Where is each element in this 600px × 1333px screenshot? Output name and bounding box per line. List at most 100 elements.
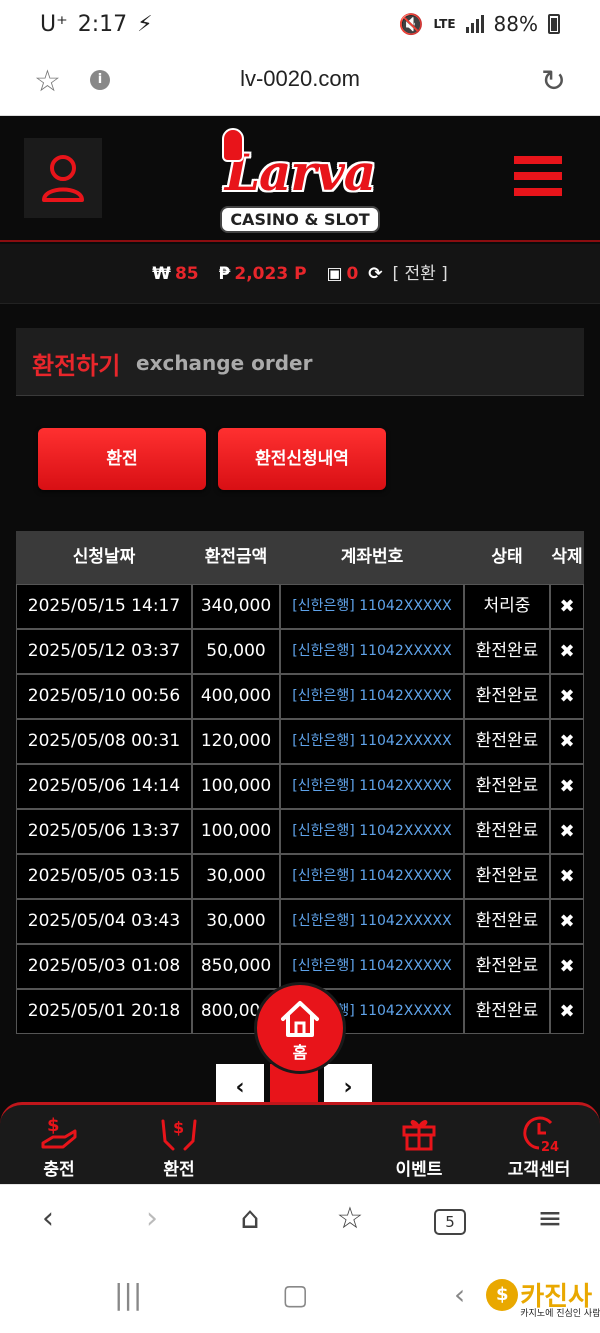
nav-charge-label: 충전 [43, 1160, 75, 1180]
nav-event[interactable]: 이벤트 [374, 1111, 464, 1180]
point-icon: ₱ [218, 264, 231, 284]
cell-account[interactable]: [신한은행] 11042XXXXX [280, 674, 464, 719]
logo-subtitle: CASINO & SLOT [220, 206, 380, 233]
cell-amount: 50,000 [192, 629, 280, 674]
column-header-amount: 환전금액 [204, 547, 268, 567]
reload-icon[interactable]: ↻ [541, 64, 566, 99]
menu-hamburger-icon[interactable] [514, 156, 562, 200]
exchange-button[interactable]: 환전 [38, 428, 206, 490]
nav-exchange-label: 환전 [163, 1160, 195, 1180]
table-header: 신청날짜 환전금액 계좌번호 상태 삭제 [16, 531, 584, 584]
cell-date: 2025/05/10 00:56 [16, 674, 192, 719]
cell-account[interactable]: [신한은행] 11042XXXXX [280, 899, 464, 944]
refresh-icon[interactable]: ⟳ [368, 264, 382, 284]
status-bar: U⁺ 2:17 ⚡ 🔇 LTE 88% [0, 0, 600, 52]
delete-button[interactable]: ✖ [550, 944, 584, 989]
forward-icon[interactable]: › [132, 1201, 172, 1236]
nav-home-label: 홈 [292, 1043, 308, 1062]
battery-percent: 88% [493, 12, 538, 36]
cell-account[interactable]: [신한은행] 11042XXXXX [280, 719, 464, 764]
convert-button[interactable]: [ 전환 ] [392, 264, 447, 284]
cell-date: 2025/05/06 13:37 [16, 809, 192, 854]
cell-account[interactable]: [신한은행] 11042XXXXX [280, 854, 464, 899]
svg-text:$: $ [47, 1115, 60, 1136]
cell-status: 환전완료 [464, 989, 550, 1034]
nav-charge[interactable]: $ 충전 [14, 1111, 104, 1180]
cell-amount: 400,000 [192, 674, 280, 719]
delete-button[interactable]: ✖ [550, 764, 584, 809]
cell-status: 환전완료 [464, 764, 550, 809]
cell-account[interactable]: [신한은행] 11042XXXXX [280, 764, 464, 809]
cell-date: 2025/05/01 20:18 [16, 989, 192, 1034]
table-body: 2025/05/15 14:17 340,000 [신한은행] 11042XXXXX… [16, 584, 584, 1034]
watermark-coin-icon: $ [486, 1278, 519, 1311]
watermark-badge: $ 카진사 카지노에 진심인 사람들 [486, 1276, 600, 1319]
cell-date: 2025/05/15 14:17 [16, 584, 192, 629]
cell-status: 환전완료 [464, 629, 550, 674]
cell-date: 2025/05/06 14:14 [16, 764, 192, 809]
delete-button[interactable]: ✖ [550, 899, 584, 944]
tabs-count-icon[interactable]: 5 [434, 1209, 466, 1235]
system-nav-bar: ||| ▢ ‹ $ 카진사 카지노에 진심인 사람들 [0, 1256, 600, 1333]
home-icon [281, 1001, 319, 1037]
cell-status: 환전완료 [464, 899, 550, 944]
cell-status: 처리중 [464, 584, 550, 629]
back-icon[interactable]: ‹ [28, 1201, 68, 1236]
column-header-date: 신청날짜 [72, 547, 136, 567]
cell-date: 2025/05/04 03:43 [16, 899, 192, 944]
bookmarks-star-icon[interactable]: ☆ [330, 1201, 370, 1236]
exchange-history-table: 신청날짜 환전금액 계좌번호 상태 삭제 2025/05/15 14:17 340… [16, 531, 584, 1034]
delete-button[interactable]: ✖ [550, 629, 584, 674]
recent-apps-icon[interactable]: ||| [114, 1278, 142, 1311]
table-row: 2025/05/05 03:15 30,000 [신한은행] 11042XXXXX 환… [16, 854, 584, 899]
delete-button[interactable]: ✖ [550, 809, 584, 854]
cell-status: 환전완료 [464, 944, 550, 989]
delete-button[interactable]: ✖ [550, 674, 584, 719]
delete-button[interactable]: ✖ [550, 584, 584, 629]
support-24h-icon: 24 [523, 1116, 559, 1153]
exchange-history-button[interactable]: 환전신청내역 [218, 428, 386, 490]
nav-exchange[interactable]: $ 환전 [134, 1111, 224, 1180]
column-header-delete: 삭제 [551, 547, 583, 567]
carrier-label: U⁺ [40, 12, 68, 37]
table-row: 2025/05/04 03:43 30,000 [신한은행] 11042XXXXX 환… [16, 899, 584, 944]
nav-support[interactable]: 24 고객센터 [494, 1111, 584, 1180]
cell-account[interactable]: [신한은행] 11042XXXXX [280, 809, 464, 854]
column-header-status: 상태 [491, 547, 523, 567]
section-subtitle: exchange order [136, 351, 313, 375]
clock: 2:17 [77, 12, 128, 37]
point-balance: 2,023 P [234, 264, 307, 284]
cell-status: 환전완료 [464, 674, 550, 719]
cell-amount: 120,000 [192, 719, 280, 764]
home-outline-icon[interactable]: ⌂ [230, 1201, 270, 1236]
browser-menu-icon[interactable]: ≡ [530, 1201, 570, 1236]
cell-status: 환전완료 [464, 719, 550, 764]
won-balance: 85 [174, 264, 199, 284]
cell-account[interactable]: [신한은행] 11042XXXXX [280, 584, 464, 629]
delete-button[interactable]: ✖ [550, 989, 584, 1034]
nav-event-label: 이벤트 [395, 1160, 443, 1180]
column-header-account: 계좌번호 [340, 547, 404, 567]
charge-hand-coin-icon: $ [41, 1115, 77, 1149]
section-header: 환전하기 exchange order [16, 328, 584, 396]
table-row: 2025/05/10 00:56 400,000 [신한은행] 11042XXXXX… [16, 674, 584, 719]
site-logo[interactable]: Larva CASINO & SLOT [210, 124, 390, 236]
home-system-icon[interactable]: ▢ [282, 1278, 308, 1311]
cell-account[interactable]: [신한은행] 11042XXXXX [280, 629, 464, 674]
user-button[interactable] [24, 138, 102, 218]
table-row: 2025/05/06 14:14 100,000 [신한은행] 11042XXXXX… [16, 764, 584, 809]
cell-amount: 100,000 [192, 809, 280, 854]
cell-amount: 100,000 [192, 764, 280, 809]
delete-button[interactable]: ✖ [550, 719, 584, 764]
section-title: 환전하기 [32, 352, 121, 380]
exchange-hands-coin-icon: $ [161, 1118, 197, 1151]
cell-date: 2025/05/08 00:31 [16, 719, 192, 764]
cell-status: 환전완료 [464, 854, 550, 899]
nav-home-button[interactable]: 홈 [254, 982, 346, 1074]
cell-amount: 850,000 [192, 944, 280, 989]
url-text[interactable]: lv-0020.com [0, 66, 600, 92]
back-system-icon[interactable]: ‹ [454, 1278, 465, 1311]
chip-icon: ▣ [326, 264, 343, 284]
delete-button[interactable]: ✖ [550, 854, 584, 899]
browser-url-bar: ☆ i lv-0020.com ↻ [0, 52, 600, 116]
